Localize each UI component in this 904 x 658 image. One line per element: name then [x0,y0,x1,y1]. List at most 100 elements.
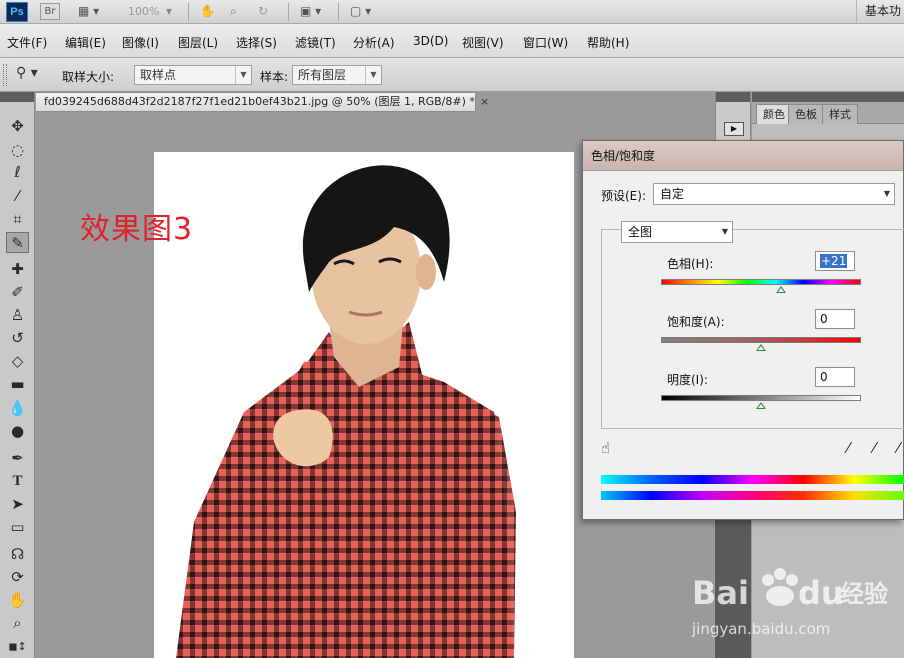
input-color-bar [601,475,904,484]
saturation-value: 0 [820,312,828,326]
lightness-slider-thumb[interactable] [756,402,766,409]
path-select-tool-icon[interactable]: ➤ [6,494,29,515]
preset-value: 自定 [660,187,685,201]
tab-styles[interactable]: 样式 [822,104,858,124]
hue-value: +21 [820,254,848,268]
baidu-watermark-logo: Bai du 经验 jingyan.baidu.com [690,558,890,648]
menu-layer[interactable]: 图层(L) [178,34,218,51]
gradient-tool-icon[interactable]: ▬ [6,374,29,395]
history-brush-tool-icon[interactable]: ↺ [6,328,29,349]
sample-size-select[interactable]: 取样点 ▼ [134,65,252,85]
tab-swatches[interactable]: 色板 [788,104,824,124]
zoom-tool-icon[interactable]: ⌕ [6,613,29,634]
chevron-down-icon[interactable]: ▾ [166,3,172,20]
options-grip[interactable] [3,64,7,86]
svg-text:Bai: Bai [692,574,749,612]
tab-color[interactable]: 颜色 [756,104,792,124]
svg-text:jingyan.baidu.com: jingyan.baidu.com [691,620,830,638]
zoom-icon[interactable]: ⌕ [230,3,237,20]
workspace-switcher[interactable]: 基本功 [856,0,904,24]
sample-value: 所有图层 [298,68,347,82]
film-icon[interactable]: ▦ ▾ [78,3,99,20]
sample-label: 样本: [260,70,289,84]
eyedropper-preset-icon[interactable]: ⚲ ▾ [16,65,50,85]
arrange-documents-icon[interactable]: ▣ ▾ [300,3,321,20]
menu-view[interactable]: 视图(V) [462,34,504,51]
eyedropper-icon[interactable]: ⁄ [847,439,850,457]
lasso-tool-icon[interactable]: ℓ [6,162,29,183]
crop-tool-icon[interactable]: ⌗ [6,209,29,230]
preset-select[interactable]: 自定 ▼ [653,183,895,205]
lightness-label: 明度(I): [667,373,708,387]
screen-mode-icon[interactable]: ▢ ▾ [350,3,371,20]
blur-tool-icon[interactable]: 💧 [6,398,29,419]
document-tab[interactable]: fd039245d688d43f2d2187f27f1ed21b0ef43b21… [36,92,476,112]
menu-window[interactable]: 窗口(W) [523,34,568,51]
dialog-title[interactable]: 色相/饱和度 [583,141,903,171]
play-actions-icon[interactable]: ▶ [724,122,744,136]
quick-select-tool-icon[interactable]: ⁄ [6,186,29,207]
3d-rotate-tool-icon[interactable]: ☊ [6,544,29,565]
saturation-slider-thumb[interactable] [756,344,766,351]
channel-select[interactable]: 全图 ▼ [621,221,733,243]
chevron-down-icon: ▼ [721,227,728,236]
hand-icon[interactable]: ✋ [200,3,215,20]
menu-analysis[interactable]: 分析(A) [353,34,395,51]
dodge-tool-icon[interactable]: ● [6,421,29,442]
svg-text:经验: 经验 [840,580,888,608]
effect-caption: 效果图3 [80,212,194,247]
rotate-view-icon[interactable]: ↻ [258,3,268,20]
close-document-button[interactable]: × [480,95,489,108]
svg-text:du: du [798,574,844,612]
color-swatches-icon[interactable]: ◼↕ [6,636,29,657]
tools-panel-header[interactable] [0,92,34,102]
lightness-slider-track[interactable] [661,395,861,401]
sample-size-label: 取样大小: [62,70,115,84]
brush-tool-icon[interactable]: ✐ [6,282,29,303]
eraser-tool-icon[interactable]: ◇ [6,351,29,372]
lightness-input[interactable]: 0 [815,367,855,387]
menu-help[interactable]: 帮助(H) [587,34,629,51]
hue-input[interactable]: +21 [815,251,855,271]
menu-edit[interactable]: 编辑(E) [65,34,106,51]
menu-select[interactable]: 选择(S) [236,34,277,51]
type-tool-icon[interactable]: T [6,471,29,492]
zoom-level[interactable]: 100% [128,3,159,20]
pen-tool-icon[interactable]: ✒ [6,448,29,469]
move-tool-icon[interactable]: ✥ [6,116,29,137]
shape-tool-icon[interactable]: ▭ [6,517,29,538]
hue-slider-track[interactable] [661,279,861,285]
app-bar: Ps Br ▦ ▾ 100% ▾ ✋ ⌕ ↻ ▣ ▾ ▢ ▾ 基本功 [0,0,904,24]
healing-brush-tool-icon[interactable]: ✚ [6,259,29,280]
hue-label: 色相(H): [667,257,714,271]
separator [288,3,289,21]
bridge-icon[interactable]: Br [40,3,60,20]
add-to-sample-icon[interactable]: ⁄ [873,439,876,457]
targeted-adjust-icon[interactable]: ☝ [601,439,610,457]
menu-filter[interactable]: 滤镜(T) [295,34,336,51]
eyedropper-tool-icon[interactable]: ✎ [6,232,29,253]
lightness-value: 0 [820,370,828,384]
photoshop-logo: Ps [6,2,28,22]
clone-stamp-tool-icon[interactable]: ♙ [6,305,29,326]
sample-size-value: 取样点 [140,68,177,82]
marquee-tool-icon[interactable]: ◌ [6,140,29,161]
menu-3d[interactable]: 3D(D) [413,34,448,48]
chevron-down-icon: ▼ [883,189,890,198]
saturation-slider-track[interactable] [661,337,861,343]
3d-orbit-tool-icon[interactable]: ⟳ [6,567,29,588]
canvas[interactable] [154,152,574,658]
saturation-input[interactable]: 0 [815,309,855,329]
sample-select[interactable]: 所有图层 ▼ [292,65,382,85]
hue-saturation-dialog: 色相/饱和度 预设(E): 自定 ▼ 全图 ▼ 色相(H): +21 饱和度(A… [582,140,904,520]
hand-tool-icon[interactable]: ✋ [6,590,29,611]
output-color-bar [601,491,904,500]
panel-header[interactable] [752,92,904,102]
separator [188,3,189,21]
channel-value: 全图 [628,225,653,239]
menu-file[interactable]: 文件(F) [7,34,47,51]
menu-image[interactable]: 图像(I) [122,34,159,51]
subtract-from-sample-icon[interactable]: ⁄ [897,439,900,457]
hue-slider-thumb[interactable] [776,286,786,293]
strip-header[interactable] [716,92,750,102]
